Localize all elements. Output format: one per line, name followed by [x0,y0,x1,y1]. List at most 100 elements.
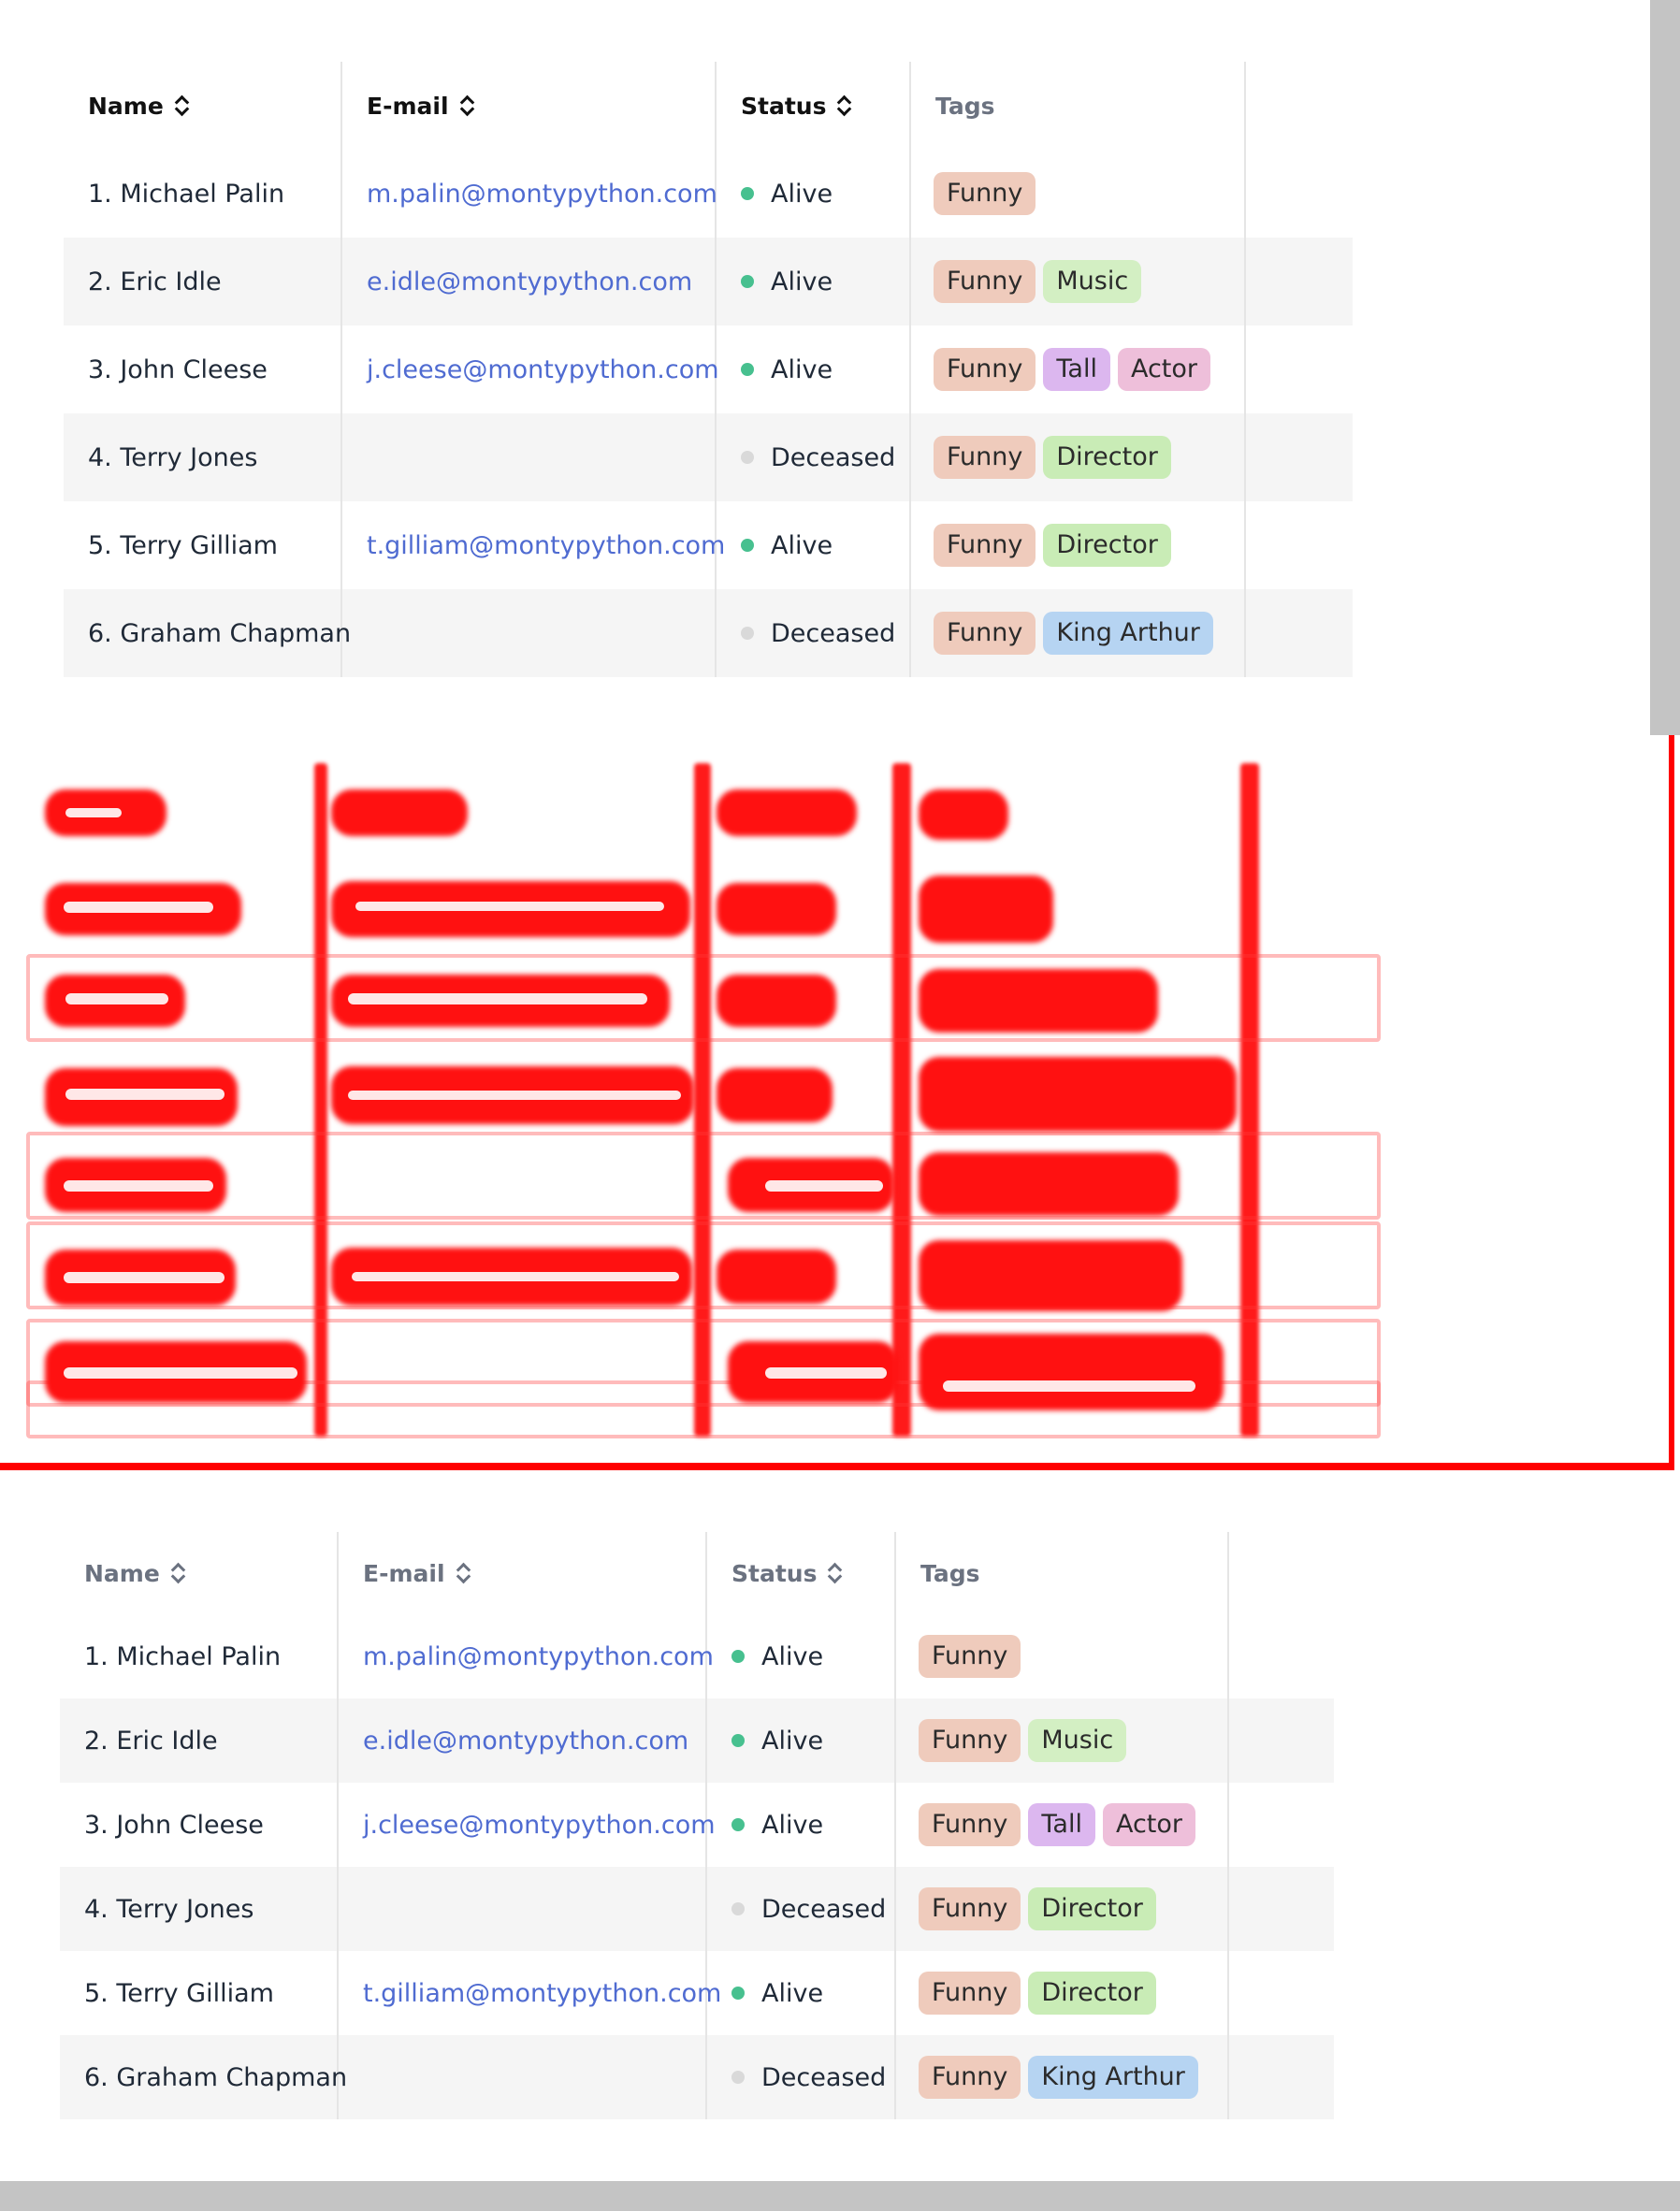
tag-badge[interactable]: Director [1043,524,1171,567]
header-status[interactable]: Status [717,62,911,150]
sort-icon[interactable] [175,94,188,117]
tag-badge[interactable]: Tall [1043,348,1110,391]
tag-badge[interactable]: Funny [934,524,1036,567]
empty-cell [1246,325,1353,413]
person-name: 3. John Cleese [88,354,268,384]
tag-badge[interactable]: Funny [919,1635,1021,1678]
sort-icon[interactable] [456,1562,470,1584]
email-cell: t.gilliam@montypython.com [339,1951,721,2035]
table-row[interactable]: 2. Eric Idle e.idle@montypython.com Alive F… [64,238,1353,325]
bottom-scrollbar[interactable] [0,2181,1680,2211]
right-scrollbar[interactable] [1650,0,1680,735]
tag-badge[interactable]: Funny [934,612,1036,655]
empty-cell [1229,1698,1334,1783]
top-panel: Name E-mail Status Tags 1. Michael Palin m.pa… [0,0,1650,735]
heatmap-highlight [943,1380,1195,1392]
email-link[interactable]: e.idle@montypython.com [363,1727,688,1756]
table-row[interactable]: 1. Michael Palin m.palin@montypython.com A… [60,1614,1334,1698]
status-text: Deceased [761,1894,887,1924]
attention-heatmap [0,735,1674,1470]
header-status[interactable]: Status [707,1532,896,1614]
email-link[interactable]: t.gilliam@montypython.com [363,1979,721,2008]
tag-badge[interactable]: Funny [919,1972,1021,2015]
tag-badge[interactable]: Director [1028,1887,1156,1930]
tag-badge[interactable]: Funny [934,348,1036,391]
tags-cell: Funny King Arthur [896,2035,1229,2119]
heatmap-blob [919,1334,1224,1410]
tag-badge[interactable]: Funny [919,2056,1021,2099]
name-cell: 4. Terry Jones [60,1867,339,1951]
tag-badge[interactable]: Funny [934,260,1036,303]
heatmap-blob [919,969,1158,1033]
email-link[interactable]: j.cleese@montypython.com [363,1811,716,1840]
empty-cell [1246,589,1353,677]
tag-badge[interactable]: Actor [1117,348,1210,391]
tag-badge[interactable]: Funny [919,1887,1021,1930]
table-row[interactable]: 4. Terry Jones Deceased Funny Director [64,413,1353,501]
status-text: Alive [771,267,833,296]
sort-icon[interactable] [460,94,473,117]
tag-badge[interactable]: Funny [919,1719,1021,1762]
email-link[interactable]: m.palin@montypython.com [367,180,717,209]
status-cell: Deceased [717,413,911,501]
tag-badge[interactable]: King Arthur [1043,612,1213,655]
status-dot-icon [731,2071,745,2084]
sort-icon[interactable] [828,1562,841,1584]
tags-cell: Funny Director [896,1951,1229,2035]
email-link[interactable]: j.cleese@montypython.com [367,355,719,384]
tag-badge[interactable]: Funny [934,172,1036,215]
sort-icon[interactable] [171,1562,184,1584]
email-link[interactable]: t.gilliam@montypython.com [367,531,725,560]
tag-badge[interactable]: Director [1043,436,1171,479]
table-row[interactable]: 3. John Cleese j.cleese@montypython.com Al… [60,1783,1334,1867]
tag-badge[interactable]: Funny [934,436,1036,479]
status-text: Alive [761,1978,824,2008]
empty-cell [1229,1951,1334,2035]
tag-badge[interactable]: Funny [919,1803,1021,1846]
table-row[interactable]: 3. John Cleese j.cleese@montypython.com Al… [64,325,1353,413]
header-name[interactable]: Name [60,1532,339,1614]
sort-icon[interactable] [837,94,850,117]
status-text: Alive [771,530,833,560]
table-row[interactable]: 6. Graham Chapman Deceased Funny King Arthu… [60,2035,1334,2119]
header-name[interactable]: Name [64,62,342,150]
table-row[interactable]: 4. Terry Jones Deceased Funny Director [60,1867,1334,1951]
status-text: Alive [771,179,833,209]
status-dot-icon [741,187,754,200]
status-text: Deceased [771,618,896,648]
table-row[interactable]: 5. Terry Gilliam t.gilliam@montypython.co… [60,1951,1334,2035]
tag-badge[interactable]: Director [1028,1972,1156,2015]
name-cell: 6. Graham Chapman [60,2035,347,2119]
status-cell: Alive [717,325,911,413]
header-name-label: Name [84,1559,160,1587]
email-link[interactable]: e.idle@montypython.com [367,267,692,296]
people-table-top: Name E-mail Status Tags 1. Michael Palin m.pa… [64,62,1353,677]
status-text: Alive [761,1726,824,1756]
email-link[interactable]: m.palin@montypython.com [363,1642,714,1671]
tag-badge[interactable]: King Arthur [1028,2056,1198,2099]
tag-badge[interactable]: Actor [1102,1803,1195,1846]
table-row[interactable]: 2. Eric Idle e.idle@montypython.com Alive F… [60,1698,1334,1783]
heatmap-blob [717,789,857,836]
heatmap-highlight [355,902,664,911]
table-row[interactable]: 1. Michael Palin m.palin@montypython.com A… [64,150,1353,238]
email-cell [342,413,717,501]
tag-badge[interactable]: Music [1043,260,1142,303]
table-row[interactable]: 5. Terry Gilliam t.gilliam@montypython.co… [64,501,1353,589]
tag-badge[interactable]: Music [1028,1719,1127,1762]
empty-cell [1246,150,1353,238]
email-cell: t.gilliam@montypython.com [342,501,725,589]
table-row[interactable]: 6. Graham Chapman Deceased Funny King Arthu… [64,589,1353,677]
status-cell: Alive [707,1783,896,1867]
heatmap-highlight [64,902,213,913]
tag-badge[interactable]: Tall [1028,1803,1095,1846]
header-email[interactable]: E-mail [342,62,717,150]
status-cell: Alive [717,150,911,238]
heatmap-highlight [65,1089,224,1100]
heatmap-blob [717,1250,836,1304]
tags-cell: Funny [896,1614,1229,1698]
tags-cell: Funny Director [911,413,1246,501]
heatmap-highlight [65,808,122,817]
header-email[interactable]: E-mail [339,1532,707,1614]
status-cell: Deceased [707,2035,896,2119]
